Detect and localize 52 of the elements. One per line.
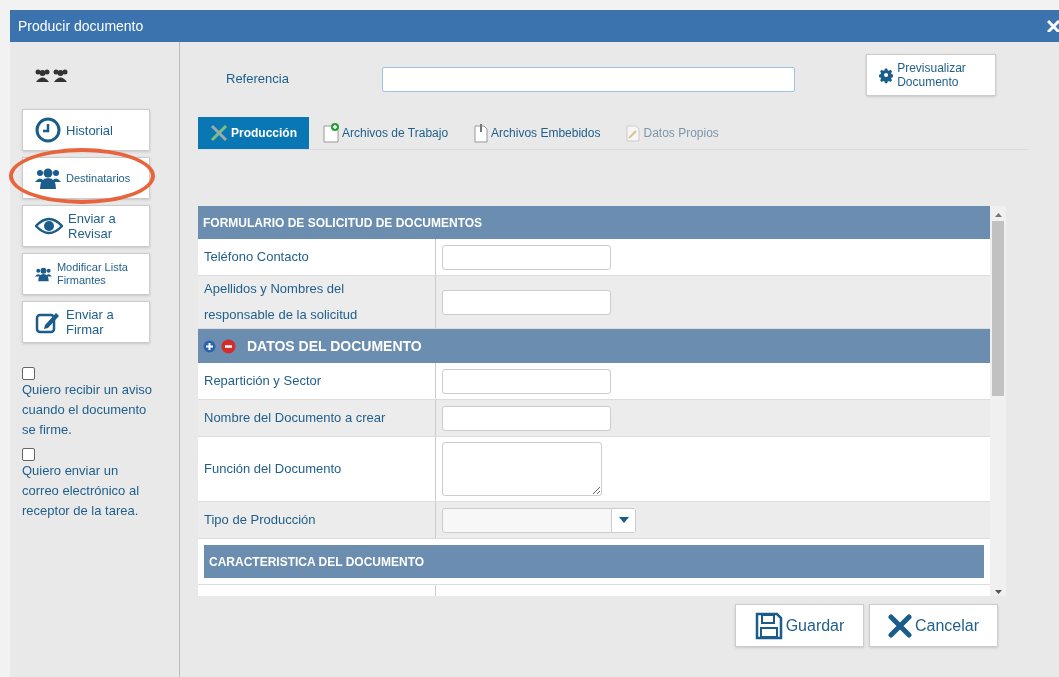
eye-icon <box>35 217 63 235</box>
window-title: Producir documento <box>18 16 144 36</box>
text-field[interactable] <box>442 368 611 394</box>
footer-button[interactable]: Cancelar <box>869 604 998 647</box>
checkbox[interactable] <box>22 448 35 461</box>
tab[interactable]: Archivos de Trabajo <box>311 117 461 149</box>
reference-field[interactable] <box>382 66 795 92</box>
sidebar-action-button[interactable]: Enviar a Revisar <box>22 205 150 247</box>
cancel-icon <box>888 613 912 638</box>
close-icon[interactable] <box>1047 20 1059 32</box>
sidebar-action-button[interactable]: Enviar a Firmar <box>22 301 150 343</box>
dropdown[interactable] <box>442 507 636 533</box>
edit-icon <box>35 310 61 334</box>
expand-icon[interactable] <box>203 339 216 353</box>
section-header: CARACTERISTICA DEL DOCUMENTO <box>204 545 984 578</box>
preview-button[interactable]: Previsualizar Documento <box>866 54 996 96</box>
file-add-icon <box>323 123 339 143</box>
tab[interactable]: Producción <box>198 117 309 149</box>
save-icon <box>754 611 783 640</box>
file-edit-icon <box>626 124 641 142</box>
sidebar-action-button[interactable]: Historial <box>22 109 150 151</box>
field-label: Teléfono Contacto <box>204 248 309 266</box>
field-label: Nombre del Documento a crear <box>204 409 386 427</box>
group-icon <box>34 68 70 83</box>
sidebar-action-button[interactable]: Modificar Lista Firmantes <box>22 253 150 295</box>
tab[interactable]: Archivos Embebidos <box>462 117 613 149</box>
checkbox-label: Quiero recibir un aviso cuando el documento se firme. <box>22 381 154 439</box>
caret-down-icon <box>618 517 629 523</box>
footer-button[interactable]: Guardar <box>735 604 864 647</box>
scroll-down-icon[interactable] <box>994 590 1002 594</box>
field-label: Repartición y Sector <box>204 372 322 390</box>
users-icon <box>35 167 61 189</box>
text-area[interactable] <box>442 442 602 496</box>
text-field[interactable] <box>442 405 611 431</box>
tools-icon <box>210 124 228 142</box>
checkbox-label: Quiero enviar un correo electrónico al receptor de la tarea. <box>22 462 141 520</box>
file-clip-icon <box>474 123 489 143</box>
checkbox[interactable] <box>22 367 35 380</box>
scrollbar-thumb[interactable] <box>992 221 1004 396</box>
collapse-icon[interactable] <box>221 338 236 354</box>
clock-icon <box>35 117 61 143</box>
text-field[interactable] <box>442 289 611 315</box>
scrollbar[interactable] <box>990 206 1006 596</box>
reference-label: Referencia <box>226 70 290 89</box>
field-label: Tipo de Producción <box>204 511 316 529</box>
field-label: Función del Documento <box>204 460 342 478</box>
field-label: Apellidos y Nombres del responsable de la solicitud <box>204 280 359 324</box>
text-field[interactable] <box>442 244 611 270</box>
section-title: DATOS DEL DOCUMENTO <box>247 336 422 356</box>
scroll-up-icon[interactable] <box>994 213 1002 217</box>
sidebar-action-button[interactable]: Destinatarios <box>22 157 150 199</box>
section-title: FORMULARIO DE SOLICITUD DE DOCUMENTOS <box>203 214 483 232</box>
